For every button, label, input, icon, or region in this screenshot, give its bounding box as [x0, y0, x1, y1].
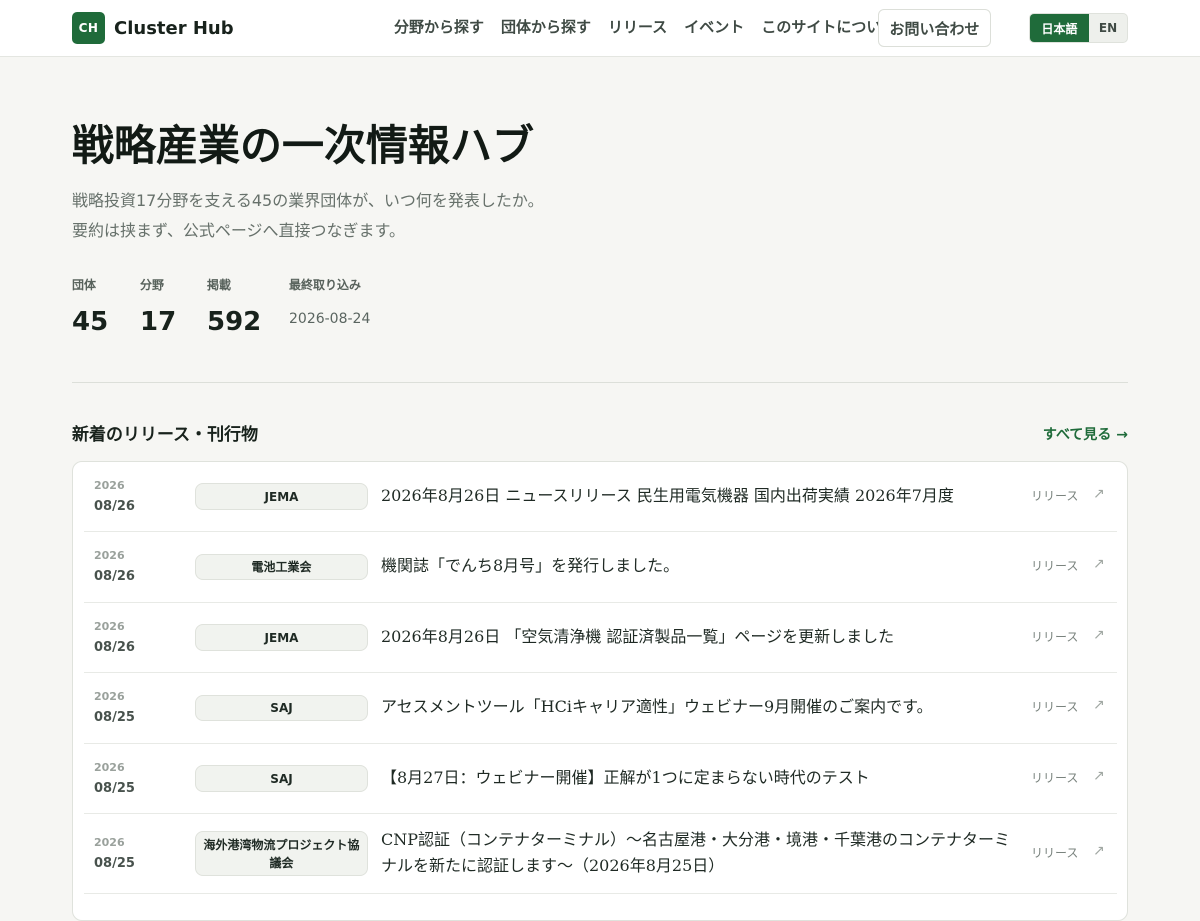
release-date: 08/25 [94, 856, 135, 871]
release-row[interactable]: 2026 08/25 SAJ 【8月27日：ウェビナー開催】正解が1つに定まらな… [84, 744, 1117, 814]
subtitle-line-2: 要約は挟まず、公式ページへ直接つなぎます。 [72, 221, 405, 240]
external-link-icon[interactable]: ↗ [1093, 768, 1105, 784]
section-divider [72, 382, 1128, 383]
release-date: 08/26 [94, 499, 135, 514]
release-date: 08/25 [94, 781, 135, 796]
stat-label: 団体 [72, 278, 97, 292]
release-title[interactable]: CNP認証（コンテナターミナル）～名古屋港・大分港・境港・千葉港のコンテナターミ… [381, 827, 1021, 879]
subtitle-line-1: 戦略投資17分野を支える45の業界団体が、いつ何を発表したか。 [72, 191, 544, 210]
nav-about[interactable]: このサイトについて [761, 16, 896, 37]
release-list: 2026 08/26 JEMA 2026年8月26日 ニュースリリース 民生用電… [72, 461, 1128, 921]
nav-browse-by-organization[interactable]: 団体から探す [501, 16, 591, 37]
external-link-icon[interactable]: ↗ [1093, 627, 1105, 643]
page-title: 戦略産業の一次情報ハブ [72, 121, 535, 170]
release-title[interactable]: 2026年8月26日 「空気清浄機 認証済製品一覧」ページを更新しました [381, 624, 1021, 650]
stat-organizations: 団体 45 [72, 276, 108, 337]
release-row[interactable]: 2026 08/25 SAJ アセスメントツール「HCiキャリア適性」ウェビナー… [84, 673, 1117, 744]
organization-badge[interactable]: JEMA [195, 624, 368, 651]
organization-badge[interactable]: SAJ [195, 765, 368, 792]
release-row[interactable]: 2026 08/26 JEMA 2026年8月26日 「空気清浄機 認証済製品一… [84, 603, 1117, 673]
language-toggle: 日本語 EN [1029, 13, 1128, 43]
release-year: 2026 [94, 479, 125, 492]
release-row[interactable]: 2026 08/25 海外港湾物流プロジェクト協議会 CNP認証（コンテナターミ… [84, 814, 1117, 894]
release-title[interactable]: 2026年8月26日 ニュースリリース 民生用電気機器 国内出荷実績 2026年… [381, 483, 1021, 509]
stat-label: 掲載 [207, 278, 232, 292]
release-year: 2026 [94, 620, 125, 633]
stat-fields: 分野 17 [140, 276, 176, 337]
app-name: Cluster Hub [114, 17, 234, 39]
release-year: 2026 [94, 761, 125, 774]
organization-badge[interactable]: 海外港湾物流プロジェクト協議会 [195, 831, 368, 876]
nav-events[interactable]: イベント [684, 16, 744, 37]
release-year: 2026 [94, 549, 125, 562]
brand-logo[interactable]: CH Cluster Hub [72, 12, 234, 44]
release-date: 08/26 [94, 640, 135, 655]
stat-label: 分野 [140, 278, 165, 292]
organization-badge[interactable]: SAJ [195, 695, 368, 721]
nav-releases[interactable]: リリース [608, 16, 667, 37]
release-row[interactable]: 2026 08/26 JEMA 2026年8月26日 ニュースリリース 民生用電… [84, 462, 1117, 532]
release-date: 08/26 [94, 569, 135, 584]
external-link-icon[interactable]: ↗ [1093, 697, 1105, 713]
nav-browse-by-field[interactable]: 分野から探す [394, 16, 484, 37]
external-link-icon[interactable]: ↗ [1093, 486, 1105, 502]
release-type: リリース [1031, 630, 1079, 644]
logo-mark: CH [72, 12, 105, 44]
page-subtitle: 戦略投資17分野を支える45の業界団体が、いつ何を発表したか。 要約は挟まず、公… [72, 186, 544, 246]
release-date: 08/25 [94, 710, 135, 725]
organization-badge[interactable]: 電池工業会 [195, 554, 368, 580]
stat-listings: 掲載 592 [207, 276, 261, 337]
release-year: 2026 [94, 690, 125, 703]
release-title[interactable]: 機関誌「でんち8月号」を発行しました。 [381, 553, 1021, 579]
release-type: リリース [1031, 846, 1079, 860]
stat-value: 45 [72, 307, 109, 337]
see-all-link[interactable]: すべて見る → [1043, 424, 1128, 444]
organization-badge[interactable]: JEMA [195, 483, 368, 510]
release-title[interactable]: アセスメントツール「HCiキャリア適性」ウェビナー9月開催のご案内です。 [381, 694, 1021, 720]
stat-value: 592 [207, 307, 262, 337]
release-type: リリース [1031, 559, 1079, 573]
section-title: 新着のリリース・刊行物 [72, 425, 259, 445]
stat-label: 最終取り込み [289, 278, 362, 292]
lang-japanese-button[interactable]: 日本語 [1030, 14, 1089, 42]
release-row[interactable]: 2026 08/26 電池工業会 機関誌「でんち8月号」を発行しました。 リリー… [84, 532, 1117, 603]
stat-last-import: 最終取り込み 2026-08-24 [289, 276, 370, 327]
main-nav: 分野から探す 団体から探す リリース イベント このサイトについて [394, 16, 913, 37]
contact-button[interactable]: お問い合わせ [878, 9, 991, 47]
external-link-icon[interactable]: ↗ [1093, 556, 1105, 572]
release-year: 2026 [94, 836, 125, 849]
release-type: リリース [1031, 489, 1079, 503]
lang-english-button[interactable]: EN [1089, 14, 1127, 42]
stat-value: 2026-08-24 [289, 311, 371, 327]
top-header: CH Cluster Hub 分野から探す 団体から探す リリース イベント こ… [0, 0, 1200, 57]
release-type: リリース [1031, 771, 1079, 785]
release-title[interactable]: 【8月27日：ウェビナー開催】正解が1つに定まらない時代のテスト [381, 765, 1021, 791]
stat-value: 17 [140, 307, 177, 337]
release-type: リリース [1031, 700, 1079, 714]
external-link-icon[interactable]: ↗ [1093, 843, 1105, 859]
